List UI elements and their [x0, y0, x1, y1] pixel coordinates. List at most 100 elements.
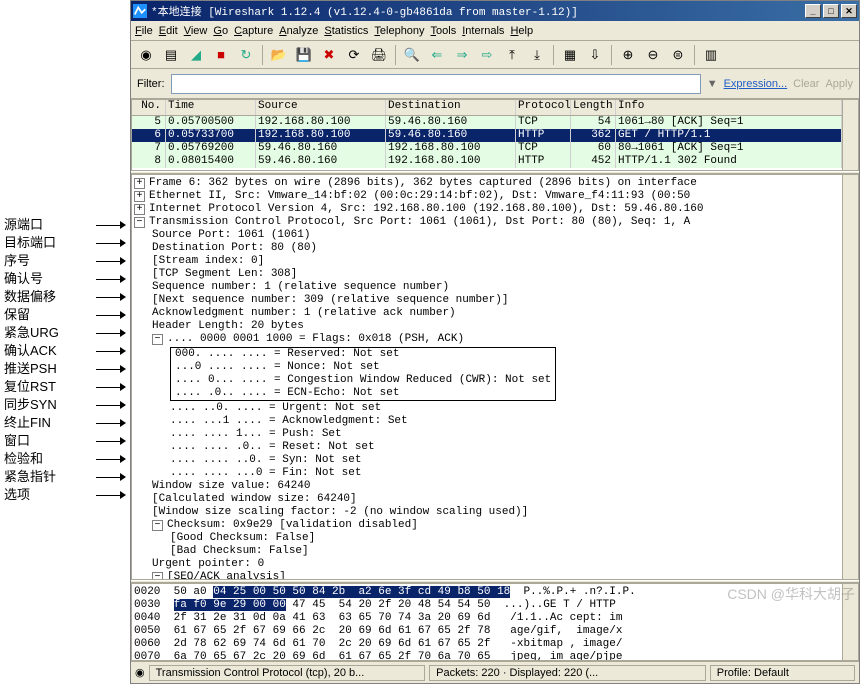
tb-goend-icon[interactable]: ⤓ — [526, 44, 548, 66]
tb-interfaces-icon[interactable]: ◉ — [135, 44, 157, 66]
hex-scroll[interactable] — [842, 584, 858, 660]
tcp-acknum[interactable]: Acknowledgment number: 1 (relative ack n… — [134, 307, 840, 320]
detail-pane[interactable]: +Frame 6: 362 bytes on wire (2896 bits),… — [131, 174, 859, 580]
menu-internals[interactable]: Internals — [462, 25, 504, 37]
hex-row[interactable]: 0050 61 67 65 2f 67 69 66 2c 20 69 6d 61… — [134, 625, 840, 638]
tb-autoscroll-icon[interactable]: ⇩ — [584, 44, 606, 66]
tb-colorize-icon[interactable]: ▦ — [559, 44, 581, 66]
tb-fwd-icon[interactable]: ⇒ — [451, 44, 473, 66]
apply-link[interactable]: Apply — [825, 78, 853, 90]
tcp-hdrlen[interactable]: Header Length: 20 bytes — [134, 320, 840, 333]
expression-link[interactable]: Expression... — [724, 78, 788, 90]
expand-icon[interactable]: + — [134, 204, 145, 215]
tcp-urgptr[interactable]: Urgent pointer: 0 — [134, 558, 840, 571]
tb-options-icon[interactable]: ▤ — [160, 44, 182, 66]
tb-zoom100-icon[interactable]: ⊜ — [667, 44, 689, 66]
menu-tools[interactable]: Tools — [431, 25, 457, 37]
tb-restart-icon[interactable]: ↻ — [235, 44, 257, 66]
collapse-icon[interactable]: − — [152, 334, 163, 345]
hex-pane[interactable]: 0020 50 a0 04 25 00 50 50 84 2b a2 6e 3f… — [131, 583, 859, 661]
col-time[interactable]: Time — [166, 100, 256, 115]
tcp-winsize[interactable]: Window size value: 64240 — [134, 480, 840, 493]
tcp-seqnum[interactable]: Sequence number: 1 (relative sequence nu… — [134, 281, 840, 294]
tcp-checksum[interactable]: −Checksum: 0x9e29 [validation disabled] — [134, 519, 840, 532]
tcp-goodck[interactable]: [Good Checksum: False] — [134, 532, 840, 545]
tcp-nextseq[interactable]: [Next sequence number: 309 (relative seq… — [134, 294, 840, 307]
clear-link[interactable]: Clear — [793, 78, 819, 90]
packet-row[interactable]: 50.05700500192.168.80.10059.46.80.160TCP… — [132, 116, 842, 129]
tree-ip[interactable]: +Internet Protocol Version 4, Src: 192.1… — [134, 203, 840, 216]
collapse-icon[interactable]: − — [152, 520, 163, 531]
status-profile[interactable]: Profile: Default — [710, 665, 855, 681]
tb-save-icon[interactable]: 💾 — [293, 44, 315, 66]
close-button[interactable]: ✕ — [841, 4, 857, 18]
collapse-icon[interactable]: − — [152, 572, 163, 579]
expand-icon[interactable]: + — [134, 191, 145, 202]
tcp-flags[interactable]: −.... 0000 0001 1000 = Flags: 0x018 (PSH… — [134, 333, 840, 346]
col-len[interactable]: Length — [571, 100, 616, 115]
tcp-seglen[interactable]: [TCP Segment Len: 308] — [134, 268, 840, 281]
tb-gotop-icon[interactable]: ⤒ — [501, 44, 523, 66]
flag-ack[interactable]: .... ...1 .... = Acknowledgment: Set — [134, 415, 840, 428]
tb-close-icon[interactable]: ✖ — [318, 44, 340, 66]
expand-icon[interactable]: + — [134, 178, 145, 189]
tree-tcp[interactable]: −Transmission Control Protocol, Src Port… — [134, 216, 840, 229]
tcp-winscale[interactable]: [Window size scaling factor: -2 (no wind… — [134, 506, 840, 519]
maximize-button[interactable]: □ — [823, 4, 839, 18]
flag-psh[interactable]: .... .... 1... = Push: Set — [134, 428, 840, 441]
tb-print-icon[interactable]: 🖨 — [368, 44, 390, 66]
menu-analyze[interactable]: Analyze — [279, 25, 318, 37]
hex-row[interactable]: 0020 50 a0 04 25 00 50 50 84 2b a2 6e 3f… — [134, 586, 840, 599]
packet-row[interactable]: 60.05733700192.168.80.10059.46.80.160HTT… — [132, 129, 842, 142]
packet-row[interactable]: 70.0576920059.46.80.160192.168.80.100TCP… — [132, 142, 842, 155]
packet-list[interactable]: No. Time Source Destination Protocol Len… — [131, 99, 859, 171]
hex-row[interactable]: 0030 fa f0 9e 29 00 00 47 45 54 20 2f 20… — [134, 599, 840, 612]
tb-cols-icon[interactable]: ▥ — [700, 44, 722, 66]
flag-cwr[interactable]: .... 0... .... = Congestion Window Reduc… — [175, 374, 551, 387]
flag-nonce[interactable]: ...0 .... .... = Nonce: Not set — [175, 361, 551, 374]
packet-scroll[interactable] — [842, 100, 858, 170]
menu-edit[interactable]: Edit — [159, 25, 178, 37]
flag-reserved[interactable]: 000. .... .... = Reserved: Not set — [175, 348, 551, 361]
tcp-dstport[interactable]: Destination Port: 80 (80) — [134, 242, 840, 255]
flag-ecn[interactable]: .... .0.. .... = ECN-Echo: Not set — [175, 387, 551, 400]
hex-row[interactable]: 0060 2d 78 62 69 74 6d 61 70 2c 20 69 6d… — [134, 638, 840, 651]
collapse-icon[interactable]: − — [134, 217, 145, 228]
menu-file[interactable]: File — [135, 25, 153, 37]
tcp-stream[interactable]: [Stream index: 0] — [134, 255, 840, 268]
col-source[interactable]: Source — [256, 100, 386, 115]
filter-input[interactable] — [171, 74, 701, 94]
packet-row[interactable]: 80.0801540059.46.80.160192.168.80.100HTT… — [132, 155, 842, 168]
col-no[interactable]: No. — [132, 100, 166, 115]
tb-goto-icon[interactable]: ⇨ — [476, 44, 498, 66]
tb-find-icon[interactable]: 🔍 — [401, 44, 423, 66]
tb-back-icon[interactable]: ⇐ — [426, 44, 448, 66]
tcp-seqack[interactable]: −[SEQ/ACK analysis] — [134, 571, 840, 579]
tb-start-icon[interactable]: ◢ — [185, 44, 207, 66]
menu-statistics[interactable]: Statistics — [324, 25, 368, 37]
menu-view[interactable]: View — [184, 25, 208, 37]
col-proto[interactable]: Protocol — [516, 100, 571, 115]
col-info[interactable]: Info — [616, 100, 842, 115]
tb-zoomin-icon[interactable]: ⊕ — [617, 44, 639, 66]
flag-fin[interactable]: .... .... ...0 = Fin: Not set — [134, 467, 840, 480]
menu-go[interactable]: Go — [213, 25, 228, 37]
tb-open-icon[interactable]: 📂 — [268, 44, 290, 66]
menu-capture[interactable]: Capture — [234, 25, 273, 37]
tcp-calcwin[interactable]: [Calculated window size: 64240] — [134, 493, 840, 506]
tree-frame[interactable]: +Frame 6: 362 bytes on wire (2896 bits),… — [134, 177, 840, 190]
packet-list-header[interactable]: No. Time Source Destination Protocol Len… — [132, 100, 842, 116]
minimize-button[interactable]: _ — [805, 4, 821, 18]
flag-urg[interactable]: .... ..0. .... = Urgent: Not set — [134, 402, 840, 415]
tb-zoomout-icon[interactable]: ⊖ — [642, 44, 664, 66]
tcp-badck[interactable]: [Bad Checksum: False] — [134, 545, 840, 558]
flag-rst[interactable]: .... .... .0.. = Reset: Not set — [134, 441, 840, 454]
tb-reload-icon[interactable]: ⟳ — [343, 44, 365, 66]
hex-row[interactable]: 0040 2f 31 2e 31 0d 0a 41 63 63 65 70 74… — [134, 612, 840, 625]
titlebar[interactable]: *本地连接 [Wireshark 1.12.4 (v1.12.4-0-gb486… — [131, 1, 859, 21]
flag-syn[interactable]: .... .... ..0. = Syn: Not set — [134, 454, 840, 467]
col-dest[interactable]: Destination — [386, 100, 516, 115]
detail-scroll[interactable] — [842, 175, 858, 579]
menu-telephony[interactable]: Telephony — [374, 25, 424, 37]
hex-row[interactable]: 0070 6a 70 65 67 2c 20 69 6d 61 67 65 2f… — [134, 651, 840, 660]
